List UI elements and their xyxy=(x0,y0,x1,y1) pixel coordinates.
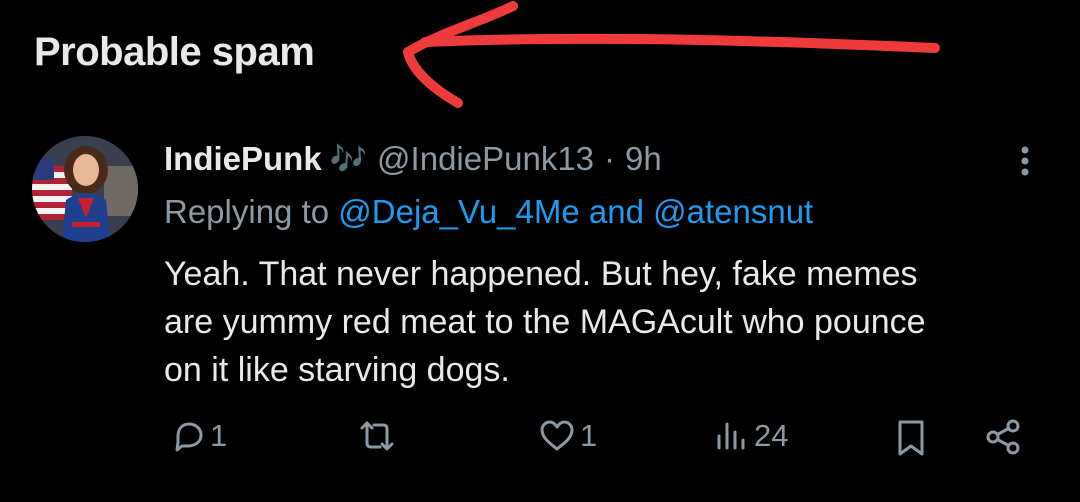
tweet-text-line: are yummy red meat to the MAGAcult who p… xyxy=(164,303,926,341)
mention-link-atensnut[interactable]: @atensnut xyxy=(653,193,813,230)
avatar-image xyxy=(32,136,138,242)
music-notes-emoji: 🎶 xyxy=(329,142,368,176)
action-bar: 1 1 24 xyxy=(0,418,1080,468)
like-count: 1 xyxy=(580,418,598,453)
timestamp[interactable]: 9h xyxy=(625,140,662,178)
bookmark-icon xyxy=(898,420,924,456)
replying-to-label: Replying to xyxy=(164,193,330,230)
avatar[interactable] xyxy=(32,136,138,242)
replying-to-line: Replying to @Deja_Vu_4Me and @atensnut xyxy=(164,193,813,231)
views-button[interactable]: 24 xyxy=(714,418,788,454)
share-button[interactable] xyxy=(984,418,1022,456)
like-button[interactable]: 1 xyxy=(538,418,597,454)
bookmark-button[interactable] xyxy=(894,418,928,458)
display-name[interactable]: IndiePunk xyxy=(164,140,322,178)
more-options-icon[interactable] xyxy=(1014,145,1036,181)
repost-button[interactable] xyxy=(356,418,402,454)
tweet-text-line: on it like starving dogs. xyxy=(164,351,510,389)
red-annotation-arrow xyxy=(403,1,940,108)
share-icon xyxy=(986,419,1020,455)
mention-link-deja-vu[interactable]: @Deja_Vu_4Me xyxy=(338,193,579,230)
replying-and[interactable]: and xyxy=(589,193,644,230)
views-count: 24 xyxy=(754,418,789,453)
tweet-header: IndiePunk 🎶 @IndiePunk13 · 9h xyxy=(164,140,662,178)
repost-icon xyxy=(360,421,394,451)
reply-icon xyxy=(175,422,203,452)
user-handle[interactable]: @IndiePunk13 xyxy=(377,140,594,178)
reply-button[interactable]: 1 xyxy=(170,418,227,454)
separator-dot: · xyxy=(604,140,616,177)
tweet-text-line: Yeah. That never happened. But hey, fake… xyxy=(164,255,918,293)
tweet-text: Yeah. That never happened. But hey, fake… xyxy=(164,250,1044,394)
heart-icon xyxy=(540,420,574,451)
views-icon xyxy=(717,422,745,450)
reply-count: 1 xyxy=(210,418,228,453)
